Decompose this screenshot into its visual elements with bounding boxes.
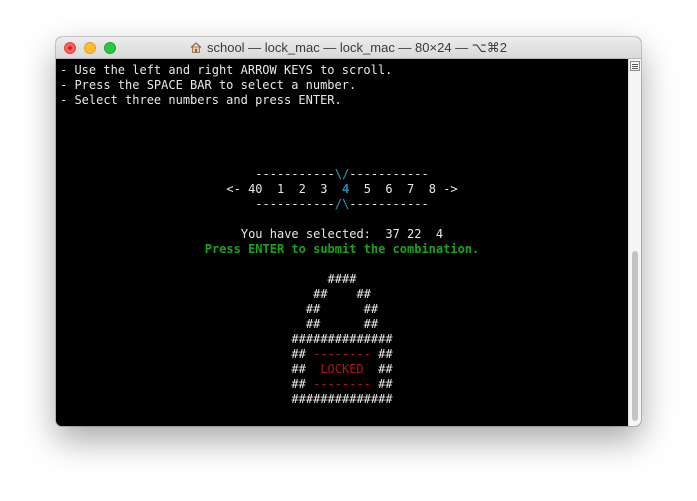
selector-bottom-rule: -----------/\----------- (255, 197, 429, 211)
selected-label: You have selected: (240, 227, 371, 241)
current-number: 4 (342, 182, 350, 196)
terminal-window: school — lock_mac — lock_mac — 80×24 — ⌥… (56, 37, 641, 426)
window-title: school — lock_mac — lock_mac — 80×24 — ⌥… (56, 37, 641, 59)
numbers-before: 40 1 2 3 (248, 182, 328, 196)
enter-prompt: Press ENTER to submit the combination. (204, 242, 480, 256)
lock-body-bottom: ############## (291, 392, 393, 406)
numbers-after: 5 6 7 8 (363, 182, 436, 196)
lock-body-top: ############## (291, 332, 393, 346)
scroll-thumb[interactable] (632, 251, 638, 421)
selector-top-marker: \/ (334, 167, 350, 181)
lock-shackle-line: ## ## (305, 302, 379, 316)
terminal-content[interactable]: - Use the left and right ARROW KEYS to s… (56, 59, 628, 426)
window-title-text: school — lock_mac — lock_mac — 80×24 — ⌥… (206, 40, 507, 55)
selected-values: 37 22 4 (385, 227, 444, 241)
lock-shackle-line: #### (327, 272, 357, 286)
selector-bottom-marker: /\ (334, 197, 350, 211)
right-arrow: -> (443, 182, 458, 196)
selector-top-rule: -----------\/----------- (255, 167, 429, 181)
left-arrow: <- (226, 182, 241, 196)
title-bar[interactable]: school — lock_mac — lock_mac — 80×24 — ⌥… (56, 37, 641, 59)
home-folder-icon (190, 38, 202, 53)
split-pane-icon[interactable] (630, 61, 640, 71)
instruction-line: - Press the SPACE BAR to select a number… (60, 78, 357, 92)
lock-shackle-line: ## ## (305, 317, 379, 331)
lock-status-row: ## LOCKED ## (291, 362, 393, 376)
vertical-scrollbar[interactable] (628, 59, 641, 426)
selected-status: You have selected: 37 22 4 (56, 227, 628, 242)
instruction-line: - Use the left and right ARROW KEYS to s… (60, 63, 393, 77)
lock-status: LOCKED (320, 362, 364, 376)
lock-body-row: ## -------- ## (291, 377, 393, 391)
lock-body-row: ## -------- ## (291, 347, 393, 361)
instruction-line: - Select three numbers and press ENTER. (60, 93, 342, 107)
lock-shackle-line: ## ## (313, 287, 371, 301)
number-selector: <- 40 1 2 3 4 5 6 7 8 -> (56, 182, 628, 197)
